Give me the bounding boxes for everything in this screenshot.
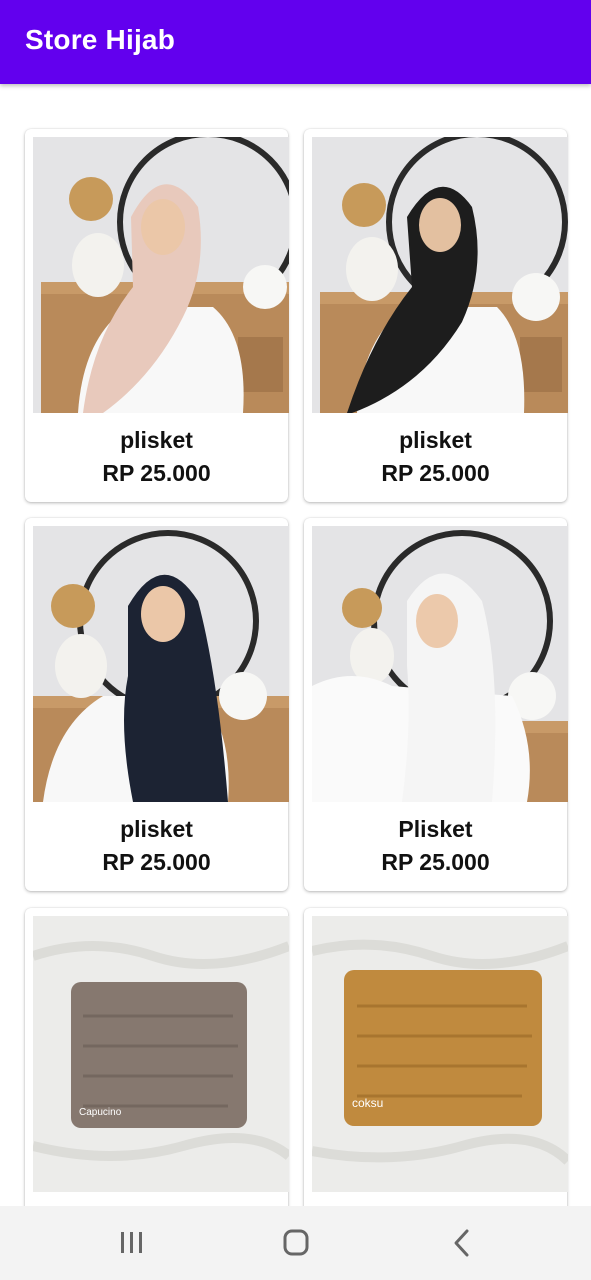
- product-price: RP 25.000: [381, 460, 490, 486]
- scarf-photo: coksu: [312, 916, 568, 1192]
- back-icon: [454, 1229, 469, 1257]
- home-icon: [283, 1229, 309, 1256]
- product-image[interactable]: [312, 137, 568, 413]
- scarf-photo: Capucino: [33, 916, 289, 1192]
- product-card[interactable]: plisket RP 25.000: [25, 518, 289, 891]
- product-name: plisket: [120, 427, 193, 453]
- photo-label: coksu: [352, 1096, 383, 1110]
- back-button[interactable]: [442, 1226, 482, 1260]
- product-price: RP 25.000: [102, 849, 211, 875]
- product-name: Plisket: [398, 816, 473, 842]
- product-price: RP 25.000: [381, 849, 490, 875]
- product-card[interactable]: coksu: [304, 908, 568, 1206]
- product-card[interactable]: Capucino: [25, 908, 289, 1206]
- product-card[interactable]: Plisket RP 25.000: [304, 518, 568, 891]
- product-grid[interactable]: plisket RP 25.000 plisket RP 25.000 plis…: [0, 84, 591, 1206]
- product-price: RP 25.000: [102, 460, 211, 486]
- system-nav-bar: [0, 1206, 591, 1280]
- product-name: plisket: [120, 816, 193, 842]
- product-name: plisket: [399, 427, 472, 453]
- photo-label: Capucino: [79, 1107, 122, 1118]
- model-photo: [312, 137, 568, 413]
- product-image[interactable]: [312, 526, 568, 802]
- recents-icon: [121, 1232, 142, 1253]
- product-card[interactable]: plisket RP 25.000: [25, 129, 289, 502]
- product-image[interactable]: [33, 526, 289, 802]
- product-card[interactable]: plisket RP 25.000: [304, 129, 568, 502]
- recents-button[interactable]: [112, 1226, 152, 1260]
- model-photo: [312, 526, 568, 802]
- model-photo: [33, 137, 289, 413]
- product-image[interactable]: Capucino: [33, 916, 289, 1192]
- app-title: Store Hijab: [25, 24, 176, 55]
- product-image[interactable]: coksu: [312, 916, 568, 1192]
- home-button[interactable]: [276, 1226, 316, 1260]
- product-image[interactable]: [33, 137, 289, 413]
- model-photo: [33, 526, 289, 802]
- app-bar: Store Hijab: [0, 0, 591, 84]
